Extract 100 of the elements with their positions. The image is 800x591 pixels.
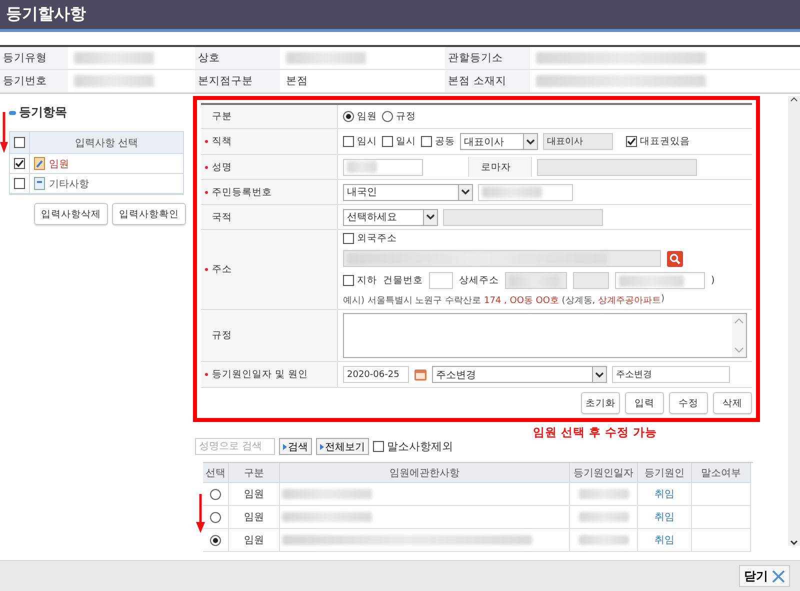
field-label: 주소 — [212, 263, 232, 276]
checkbox[interactable] — [14, 137, 25, 148]
radio-button[interactable] — [210, 534, 221, 546]
select-field[interactable]: 선택하세요 — [343, 208, 438, 226]
column-header: 말소여부 — [692, 463, 751, 483]
select-field[interactable]: 내국인 — [343, 184, 473, 200]
checkbox-label: 임시 — [357, 135, 377, 148]
scroll-up-icon[interactable] — [790, 96, 798, 102]
triangle-icon — [320, 444, 324, 450]
field-label: 등기원인일자 및 원인 — [212, 368, 308, 381]
name-field[interactable] — [343, 158, 423, 176]
arrow-icon — [0, 112, 8, 154]
search-icon[interactable] — [667, 250, 683, 266]
triangle-icon — [283, 444, 287, 450]
cause-link[interactable]: 취임 — [654, 533, 674, 547]
radio-button[interactable] — [343, 111, 354, 122]
action-button[interactable]: 입력사항삭제 — [34, 203, 108, 225]
option-label: 임원 — [357, 110, 377, 123]
nationality-field[interactable] — [443, 208, 603, 226]
close-button[interactable]: 닫기 — [739, 565, 790, 587]
form-button[interactable]: 초기화 — [581, 392, 620, 414]
field-label: 상세주소 — [459, 274, 499, 287]
checkbox[interactable] — [382, 136, 393, 147]
checkbox[interactable] — [343, 136, 354, 147]
search-button[interactable]: 검색 — [279, 438, 312, 455]
checkbox-label: 대표권있음 — [640, 135, 690, 148]
search-button[interactable]: 전체보기 — [316, 438, 369, 455]
annotation-note: 임원 선택 후 수정 가능 — [533, 425, 658, 440]
radio-button[interactable] — [210, 488, 221, 500]
select-field[interactable]: 대표이사 — [460, 133, 538, 150]
scrollbar-icon — [732, 314, 746, 357]
column-header: 입력사항 선택 — [74, 136, 140, 150]
checkbox-label: 말소사항제외 — [387, 439, 453, 454]
field-label: 직책 — [212, 135, 232, 148]
column-header: 등기원인일자 — [570, 463, 638, 483]
blurred-text — [578, 489, 628, 499]
checkbox-label: 외국주소 — [357, 232, 397, 245]
cause-link[interactable]: 취임 — [654, 510, 674, 524]
detail-address-field[interactable] — [505, 272, 567, 289]
select-field[interactable]: 주소변경 — [432, 366, 607, 383]
blurred-text — [578, 512, 628, 522]
checkbox-label: 일시 — [396, 135, 416, 148]
form-button[interactable]: 입력 — [625, 392, 664, 414]
address-example: 예시) 서울특별시 노원구 수락산로 174 , OO동 OO호 (상계동, 상계주공아파트) — [343, 294, 666, 307]
scrollbar[interactable] — [788, 96, 800, 546]
search-field[interactable]: 성명으로 검색 — [195, 438, 275, 455]
close-icon — [772, 570, 785, 582]
action-button[interactable]: 입력사항확인 — [112, 203, 186, 225]
table-cell: 임원 — [229, 506, 280, 529]
list-item[interactable]: 임원 — [30, 154, 183, 173]
table-cell: 임원 — [229, 483, 280, 506]
field-label: 로마자 — [468, 157, 532, 177]
field-label: 성명 — [212, 160, 232, 174]
info-label: 상호 — [195, 47, 280, 70]
bullet-icon — [9, 110, 16, 114]
roman-field[interactable] — [537, 158, 697, 176]
checkbox[interactable] — [421, 136, 432, 147]
info-label: 등기유형 — [0, 47, 68, 70]
checkbox[interactable] — [343, 275, 354, 286]
radio-button[interactable] — [382, 111, 393, 122]
section-title: 등기항목 — [19, 104, 67, 121]
blurred-text — [578, 535, 628, 545]
column-header: 등기원인 — [638, 463, 692, 483]
window-title: 등기할사항 — [6, 4, 86, 25]
info-label: 본점 소재지 — [445, 70, 530, 93]
document-icon — [34, 177, 45, 190]
id-number-field[interactable] — [478, 184, 573, 200]
form-button[interactable]: 삭제 — [713, 392, 752, 414]
column-header: 구분 — [229, 463, 280, 483]
scroll-down-icon[interactable] — [790, 540, 798, 546]
caret-icon — [592, 367, 606, 382]
form-button[interactable]: 수정 — [669, 392, 708, 414]
checkbox[interactable] — [626, 136, 637, 147]
field-label: 구분 — [212, 110, 232, 123]
column-header: 선택 — [203, 463, 229, 483]
checkbox[interactable] — [14, 178, 25, 189]
list-item[interactable]: 기타사항 — [30, 174, 183, 193]
detail-address-field[interactable] — [615, 272, 705, 289]
address-field[interactable] — [343, 250, 661, 267]
radio-button[interactable] — [210, 512, 221, 522]
checkbox-label: 지하 — [357, 274, 377, 287]
field-label: 주민등록번호 — [212, 186, 272, 198]
detail-address-field[interactable] — [573, 272, 609, 289]
document-icon — [34, 157, 45, 170]
date-field[interactable]: 2020-06-25 — [343, 366, 409, 383]
field-label: 규정 — [212, 329, 232, 342]
building-number-field[interactable] — [429, 272, 453, 289]
position-field: 대표이사 — [543, 133, 613, 150]
checkbox[interactable] — [14, 158, 25, 169]
calendar-icon[interactable] — [414, 368, 427, 381]
checkbox[interactable] — [343, 233, 354, 244]
cause-link[interactable]: 취임 — [654, 487, 674, 501]
checkbox[interactable] — [373, 441, 384, 452]
table-cell: 임원 — [229, 529, 280, 552]
field-label: 국적 — [212, 210, 232, 224]
option-label: 규정 — [396, 110, 416, 123]
parenthesis: ) — [711, 275, 715, 286]
checkbox-label: 공동 — [435, 135, 455, 148]
info-label: 본지점구분 — [195, 70, 280, 93]
cause-field[interactable]: 주소변경 — [612, 366, 730, 383]
